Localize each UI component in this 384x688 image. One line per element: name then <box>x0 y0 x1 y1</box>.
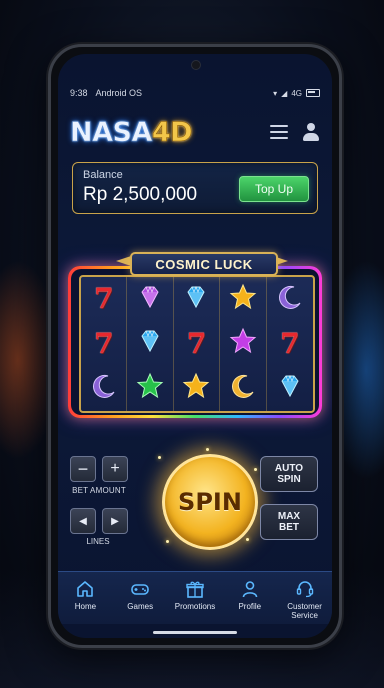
slot-machine-frame: 7 7 7 7 <box>68 266 322 418</box>
reel-cell <box>267 366 313 411</box>
auto-spin-button[interactable]: AUTO SPIN <box>260 456 318 492</box>
network-type: 4G <box>291 88 302 98</box>
nav-item-promotions[interactable]: Promotions <box>168 572 223 624</box>
status-icons: ▾ ◢ 4G <box>273 89 320 98</box>
reel-cell: 7 <box>174 321 221 367</box>
gem-blue-icon <box>182 283 210 316</box>
status-time: 9:38 <box>70 88 88 98</box>
brand-logo: NASA4D <box>70 116 193 148</box>
nav-item-customer-service[interactable]: Customer Service <box>277 572 332 624</box>
moon-purple-icon <box>276 283 304 316</box>
gem-purple-icon <box>136 283 164 316</box>
seven-icon: 7 <box>186 326 207 360</box>
battery-icon <box>306 89 320 97</box>
gamepad-icon <box>130 579 150 599</box>
bet-decrease-button[interactable]: − <box>70 456 96 482</box>
star-gold-icon <box>182 372 210 405</box>
hamburger-menu-icon[interactable] <box>270 125 288 139</box>
reel-cell <box>267 277 313 322</box>
balance-card: Balance Rp 2,500,000 Top Up <box>72 162 318 214</box>
seven-icon: 7 <box>93 282 114 316</box>
lines-next-button[interactable]: ▶ <box>102 508 128 534</box>
reel-cell <box>127 321 174 367</box>
user-icon <box>240 579 260 599</box>
home-indicator[interactable] <box>153 631 237 634</box>
phone-screen: 9:38 Android OS ▾ ◢ 4G NASA4D Balance Rp… <box>58 54 332 638</box>
moon-purple-icon <box>90 372 118 405</box>
phone-frame: 9:38 Android OS ▾ ◢ 4G NASA4D Balance Rp… <box>48 44 342 648</box>
home-icon <box>75 579 95 599</box>
game-title: COSMIC LUCK <box>155 256 253 272</box>
bet-increase-button[interactable]: + <box>102 456 128 482</box>
gem-blue-icon <box>276 372 304 405</box>
nav-item-home[interactable]: Home <box>58 572 113 624</box>
signal-icon: ◢ <box>281 88 288 98</box>
reel-cell <box>81 366 128 411</box>
balance-value: Rp 2,500,000 <box>83 184 198 205</box>
logo-accent: 4D <box>151 116 193 148</box>
reel-cell: 7 <box>81 277 128 322</box>
seven-icon: 7 <box>280 326 300 360</box>
lines-previous-button[interactable]: ◀ <box>70 508 96 534</box>
logo-main: NASA <box>70 116 153 148</box>
game-title-banner: COSMIC LUCK <box>130 252 278 276</box>
bottom-navigation: Home Games Promotions Profile Customer Servi… <box>58 571 332 624</box>
reel-cell <box>220 277 267 322</box>
sparkle-icon <box>246 538 249 541</box>
reel-cell <box>127 366 174 411</box>
reel-cell: 7 <box>267 322 313 367</box>
sparkle-icon <box>158 456 161 459</box>
reel-cell <box>174 277 221 322</box>
app-header: NASA4D <box>70 112 320 152</box>
max-bet-button[interactable]: MAX BET <box>260 504 318 540</box>
bet-amount-label: BET AMOUNT <box>72 486 126 495</box>
sparkle-icon <box>166 540 169 543</box>
reel-cell: 7 <box>81 321 128 367</box>
reel-cell <box>220 366 267 411</box>
account-icon[interactable] <box>302 123 320 141</box>
front-camera <box>191 60 201 70</box>
reel-cell <box>220 321 267 367</box>
reel-cell <box>127 277 174 322</box>
nav-item-games[interactable]: Games <box>113 572 168 624</box>
balance-label: Balance <box>83 169 123 181</box>
headset-icon <box>295 579 315 599</box>
nav-label: Promotions <box>174 602 216 611</box>
moon-gold-icon <box>229 372 257 405</box>
nav-label: Home <box>74 602 97 611</box>
game-controls: − + BET AMOUNT ◀ ▶ LINES SPIN AUTO SPIN … <box>68 446 322 556</box>
spin-label: SPIN <box>178 488 242 516</box>
seven-icon: 7 <box>93 326 114 360</box>
nav-label: Profile <box>238 602 262 611</box>
wifi-icon: ▾ <box>273 88 278 98</box>
reel-cell <box>174 366 221 411</box>
status-bar: 9:38 Android OS ▾ ◢ 4G <box>70 86 320 100</box>
spin-button[interactable]: SPIN <box>162 454 258 550</box>
nav-label: Customer Service <box>287 602 322 620</box>
nav-item-profile[interactable]: Profile <box>222 572 277 624</box>
star-green-icon <box>136 372 164 405</box>
sparkle-icon <box>206 448 209 451</box>
star-purple-icon <box>229 327 257 360</box>
top-up-button[interactable]: Top Up <box>239 176 309 202</box>
gem-blue-icon <box>136 327 164 360</box>
gift-icon <box>185 579 205 599</box>
star-gold-icon <box>229 283 257 316</box>
sparkle-icon <box>254 468 257 471</box>
nav-label: Games <box>127 602 154 611</box>
lines-label: LINES <box>86 537 110 546</box>
status-os: Android OS <box>95 88 143 98</box>
slot-reels: 7 7 7 7 <box>79 275 315 413</box>
